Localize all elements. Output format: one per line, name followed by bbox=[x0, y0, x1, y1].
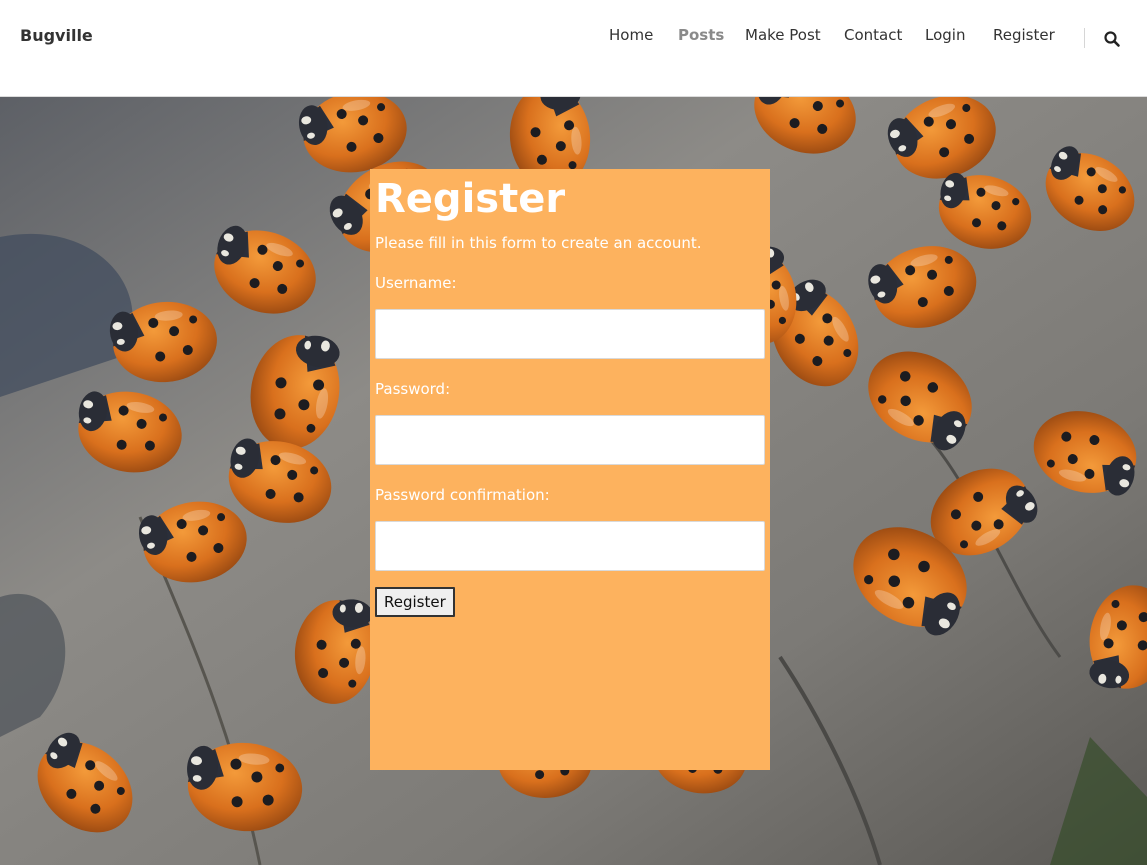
nav-item-contact[interactable]: Contact bbox=[844, 26, 902, 44]
password-label: Password: bbox=[375, 380, 451, 398]
nav-item-posts[interactable]: Posts bbox=[678, 26, 724, 44]
password-confirmation-input[interactable] bbox=[375, 521, 765, 571]
password-confirmation-label: Password confirmation: bbox=[375, 486, 550, 504]
nav-item-home[interactable]: Home bbox=[609, 26, 653, 44]
main-nav: Home Posts Make Post Contact Login Regis… bbox=[0, 26, 1147, 50]
username-input[interactable] bbox=[375, 309, 765, 359]
nav-item-register[interactable]: Register bbox=[993, 26, 1055, 44]
form-title: Register bbox=[375, 176, 566, 222]
username-label: Username: bbox=[375, 274, 457, 292]
register-submit-button[interactable]: Register bbox=[375, 587, 455, 617]
nav-item-make-post[interactable]: Make Post bbox=[745, 26, 821, 44]
password-input[interactable] bbox=[375, 415, 765, 465]
site-header: Bugville Home Posts Make Post Contact Lo… bbox=[0, 0, 1147, 97]
register-form-panel: Register Please fill in this form to cre… bbox=[370, 169, 770, 770]
nav-divider bbox=[1084, 28, 1085, 48]
form-subtitle: Please fill in this form to create an ac… bbox=[375, 234, 702, 252]
search-icon[interactable] bbox=[1103, 30, 1121, 48]
nav-item-login[interactable]: Login bbox=[925, 26, 965, 44]
